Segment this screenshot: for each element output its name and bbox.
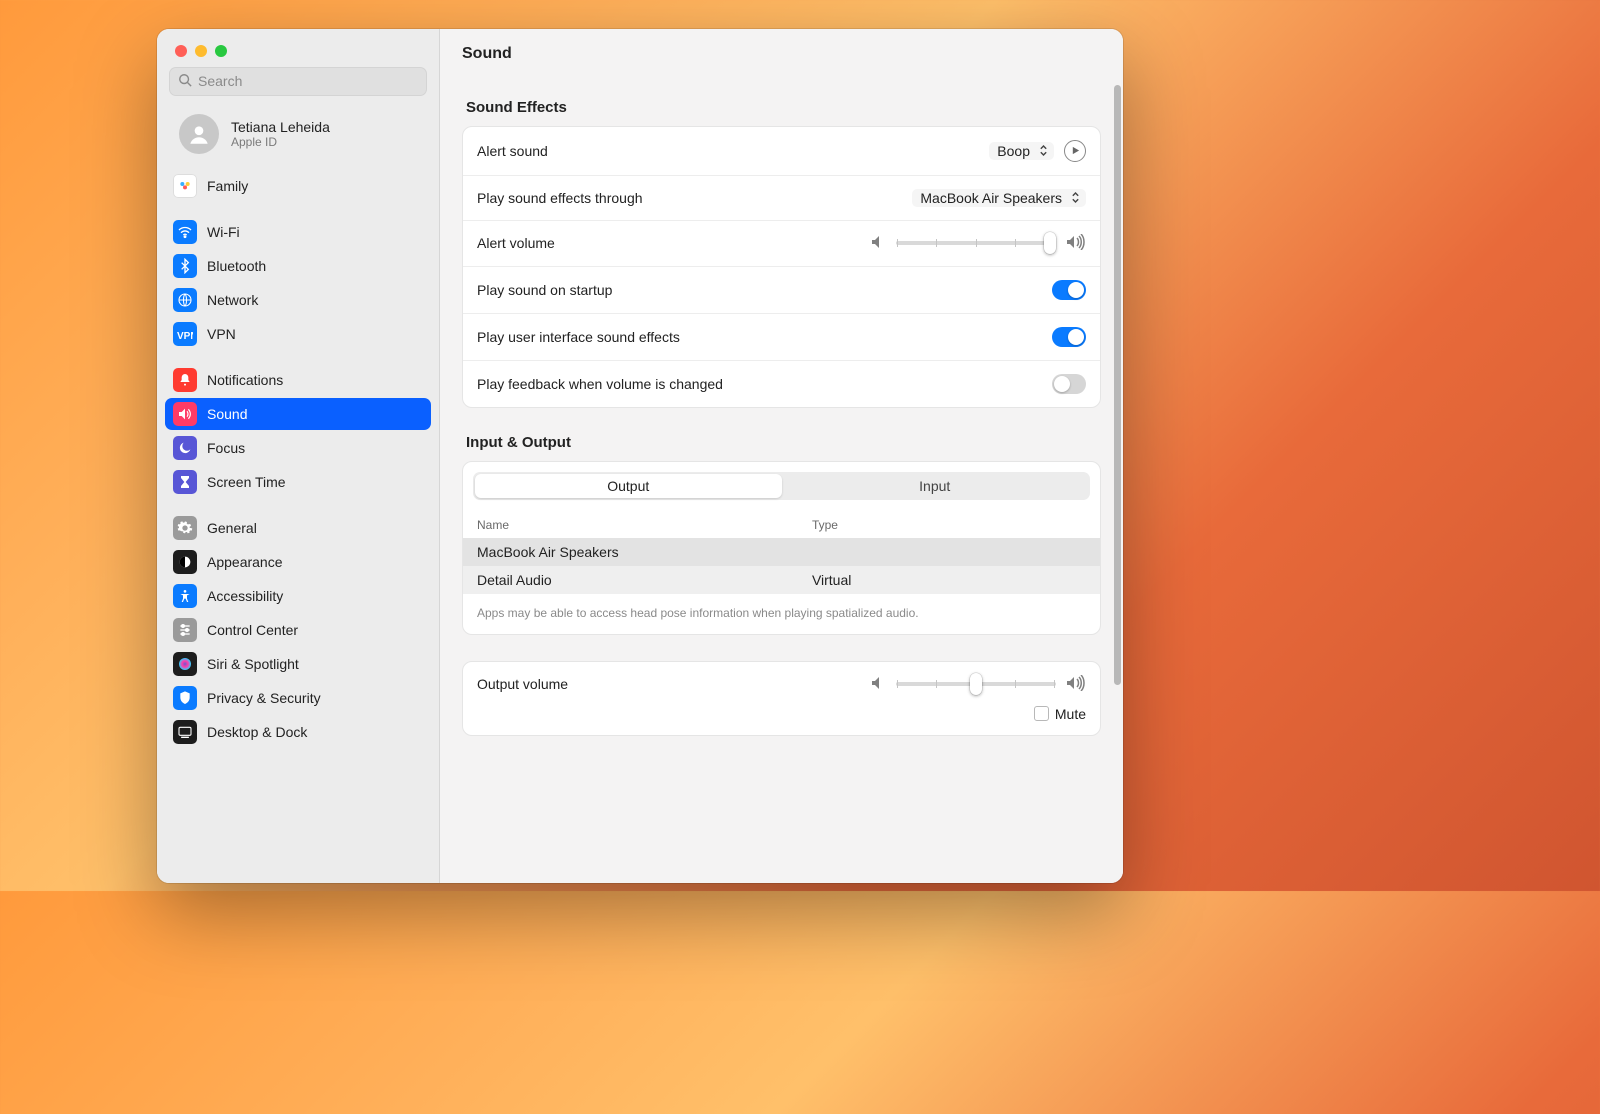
sidebar-item-wi-fi[interactable]: Wi-Fi [165,216,431,248]
ui-sounds-toggle[interactable] [1052,327,1086,347]
sidebar-item-privacy-security[interactable]: Privacy & Security [165,682,431,714]
output-volume-label: Output volume [477,676,870,692]
sidebar-item-desktop-dock[interactable]: Desktop & Dock [165,716,431,748]
startup-sound-label: Play sound on startup [477,282,1052,298]
window-controls [157,29,439,67]
device-row[interactable]: Detail Audio Virtual [463,566,1100,594]
search-field[interactable] [169,67,427,96]
startup-sound-toggle[interactable] [1052,280,1086,300]
play-through-dropdown[interactable]: MacBook Air Speakers [912,189,1086,207]
play-through-label: Play sound effects through [477,190,912,206]
settings-window: Tetiana Leheida Apple ID Family Wi-FiBlue… [157,29,1123,883]
sidebar-item-general[interactable]: General [165,512,431,544]
hand-icon [173,686,197,710]
col-name: Name [477,518,812,532]
sidebar-nav: Family Wi-FiBluetoothNetworkVPNVPN Notific… [157,164,439,766]
mute-checkbox[interactable]: Mute [1034,706,1086,722]
access-icon [173,584,197,608]
sidebar-item-siri-spotlight[interactable]: Siri & Spotlight [165,648,431,680]
feedback-label: Play feedback when volume is changed [477,376,1052,392]
chevrons-icon [1068,190,1082,206]
ui-sounds-label: Play user interface sound effects [477,329,1052,345]
alert-sound-dropdown[interactable]: Boop [989,142,1054,160]
globe-icon [173,288,197,312]
io-tabs: Output Input [473,472,1090,500]
speaker-icon [173,402,197,426]
page-title: Sound [440,29,1123,93]
bell-icon [173,368,197,392]
alert-sound-label: Alert sound [477,143,989,159]
sound-effects-panel: Alert sound Boop Play [462,126,1101,408]
hourglass-icon [173,470,197,494]
alert-volume-label: Alert volume [477,235,870,251]
minimize-button[interactable] [195,45,207,57]
sidebar-item-family[interactable]: Family [165,170,431,202]
sidebar-item-screen-time[interactable]: Screen Time [165,466,431,498]
fullscreen-button[interactable] [215,45,227,57]
sidebar-item-network[interactable]: Network [165,284,431,316]
account-name: Tetiana Leheida [231,119,330,135]
sidebar-item-control-center[interactable]: Control Center [165,614,431,646]
sidebar-item-sound[interactable]: Sound [165,398,431,430]
close-button[interactable] [175,45,187,57]
output-volume-panel: Output volume [462,661,1101,736]
sidebar-item-vpn[interactable]: VPNVPN [165,318,431,350]
sidebar-item-bluetooth[interactable]: Bluetooth [165,250,431,282]
speaker-high-icon [1066,675,1086,694]
sidebar-item-accessibility[interactable]: Accessibility [165,580,431,612]
col-type: Type [812,518,1086,532]
output-volume-slider[interactable] [896,682,1056,686]
tab-input[interactable]: Input [782,474,1089,498]
bluetooth-icon [173,254,197,278]
sidebar-item-focus[interactable]: Focus [165,432,431,464]
svg-text:VPN: VPN [177,331,193,342]
gear-icon [173,516,197,540]
speaker-high-icon [1066,234,1086,253]
sidebar-item-appearance[interactable]: Appearance [165,546,431,578]
io-panel: Output Input Name Type MacBook Air Speak… [462,461,1101,635]
speaker-low-icon [870,234,886,253]
sidebar-item-notifications[interactable]: Notifications [165,364,431,396]
tab-output[interactable]: Output [475,474,782,498]
siri-icon [173,652,197,676]
main-pane: Sound Sound Effects Alert sound Boop [440,29,1123,883]
scrollbar[interactable] [1114,85,1121,685]
alert-volume-slider[interactable] [896,241,1056,245]
search-input[interactable] [198,73,418,89]
moon-icon [173,436,197,460]
dock-icon [173,720,197,744]
sound-effects-title: Sound Effects [466,99,1097,116]
sliders-icon [173,618,197,642]
family-icon [173,174,197,198]
speaker-low-icon [870,675,886,694]
vpn-icon: VPN [173,322,197,346]
appearance-icon [173,550,197,574]
spatial-audio-note: Apps may be able to access head pose inf… [463,594,1100,634]
device-row[interactable]: MacBook Air Speakers [463,538,1100,566]
feedback-toggle[interactable] [1052,374,1086,394]
play-preview-button[interactable] [1064,140,1086,162]
sidebar: Tetiana Leheida Apple ID Family Wi-FiBlue… [157,29,440,883]
wifi-icon [173,220,197,244]
io-title: Input & Output [466,434,1097,451]
avatar [179,114,219,154]
search-icon [178,73,192,90]
account-sub: Apple ID [231,135,330,149]
apple-id-row[interactable]: Tetiana Leheida Apple ID [165,106,431,164]
chevrons-icon [1036,143,1050,159]
